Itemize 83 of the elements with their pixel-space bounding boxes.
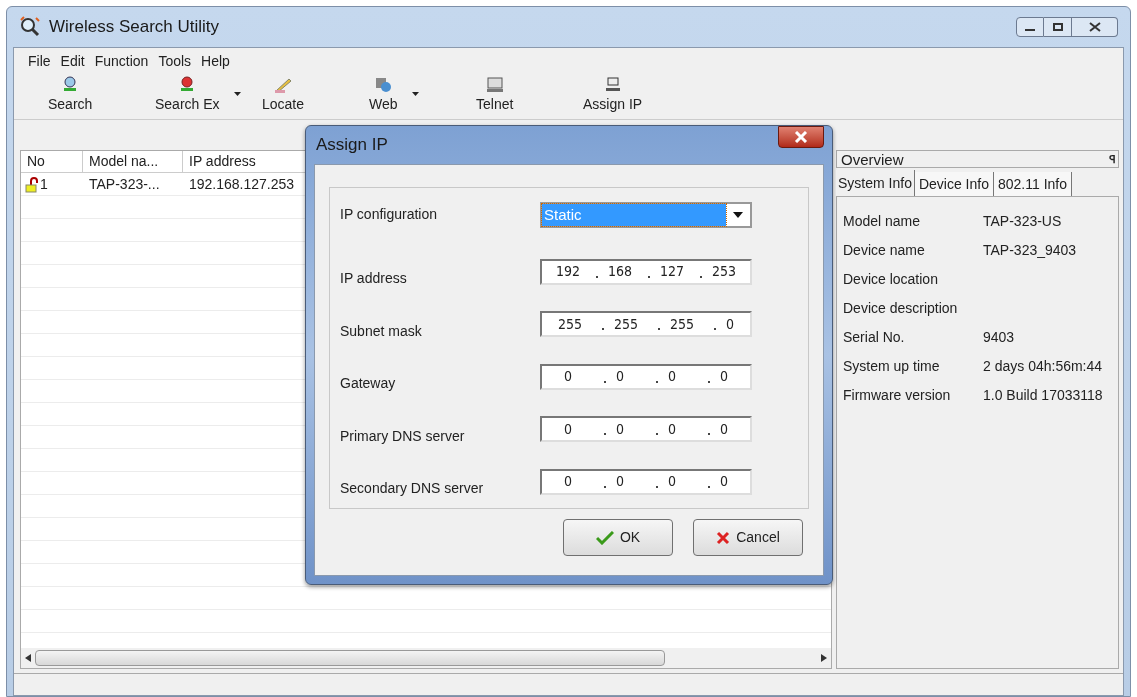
field-label: Primary DNS server xyxy=(340,426,466,446)
table-cell-text: TAP-323-... xyxy=(88,175,161,194)
horizontal-scrollbar[interactable] xyxy=(21,648,831,668)
monitor-icon xyxy=(484,76,505,94)
table-cell-text: 192.168.127.253 xyxy=(188,175,296,194)
ip-address-field[interactable]: 255 255 255 0 xyxy=(540,311,752,338)
tab[interactable]: 802.11 Info xyxy=(993,172,1072,196)
dot-separator xyxy=(708,433,710,436)
column-header[interactable]: IP address xyxy=(189,151,256,172)
tab[interactable]: System Info xyxy=(836,170,915,196)
dot-separator xyxy=(604,433,606,436)
maximize-button[interactable] xyxy=(1044,17,1072,37)
minimize-button[interactable] xyxy=(1016,17,1044,37)
globe-computer-icon xyxy=(373,76,394,94)
dot-separator xyxy=(604,485,606,488)
info-value: TAP-323-US xyxy=(983,212,1062,231)
toolbar-button[interactable]: Telnet xyxy=(472,76,518,119)
info-label: Device name xyxy=(842,241,926,260)
scroll-right-icon[interactable] xyxy=(821,654,827,662)
toolbar-button[interactable]: Search Ex xyxy=(151,76,224,119)
dot-separator xyxy=(595,275,598,278)
window-title: Wireless Search Utility xyxy=(49,16,220,39)
pen-icon xyxy=(273,76,293,94)
field-label: Secondary DNS server xyxy=(340,479,485,499)
close-icon xyxy=(1088,22,1101,32)
dot-separator xyxy=(656,433,658,436)
ip-address-field[interactable]: 0 0 0 0 xyxy=(540,416,752,443)
close-icon xyxy=(794,131,808,143)
ip-address-field[interactable]: 0 0 0 0 xyxy=(540,468,752,495)
column-header[interactable]: Model na... xyxy=(89,151,159,172)
ok-button[interactable]: OK xyxy=(563,519,673,556)
info-label: Device location xyxy=(842,270,939,289)
field-label: IP address xyxy=(340,269,408,289)
caret-icon[interactable] xyxy=(411,92,419,96)
ip-address-field[interactable]: 0 0 0 0 xyxy=(540,363,752,390)
info-value: 2 days 04h:56m:44 xyxy=(983,357,1103,376)
toolbar-button[interactable]: Search xyxy=(44,76,97,119)
toolbar-button[interactable]: Assign IP xyxy=(579,76,647,119)
table-cell-text: 1 xyxy=(40,175,48,194)
dot-separator xyxy=(656,380,658,383)
dot-separator xyxy=(708,485,710,488)
dialog-title: Assign IP xyxy=(315,134,388,157)
field-label: Subnet mask xyxy=(340,321,423,341)
table-row[interactable]: 1 TAP-323-... 192.168.127.253 xyxy=(21,173,831,196)
caret-icon[interactable] xyxy=(233,92,241,96)
info-label: Serial No. xyxy=(842,328,906,347)
close-button[interactable] xyxy=(1072,17,1118,37)
info-value: 9403 xyxy=(983,328,1015,347)
field-label: Gateway xyxy=(340,374,397,394)
menu-item[interactable]: File xyxy=(28,50,51,72)
cancel-button[interactable]: Cancel xyxy=(693,519,803,556)
menu-item[interactable]: Help xyxy=(201,50,230,72)
dot-separator xyxy=(708,380,710,383)
caret-icon xyxy=(733,212,743,218)
dot-separator xyxy=(601,328,604,331)
toolbar-button[interactable]: Web xyxy=(365,76,402,119)
pin-button[interactable]: ꟼ xyxy=(1109,150,1116,168)
menu-item[interactable]: Tools xyxy=(158,50,192,72)
dot-separator xyxy=(713,328,716,331)
dot-separator xyxy=(699,275,702,278)
magnifier-icon xyxy=(19,16,41,38)
dot-separator xyxy=(647,275,650,278)
info-value: 1.0 Build 17033118 xyxy=(983,386,1103,405)
ip-address-field[interactable]: 192 168 127 253 xyxy=(540,258,752,285)
tab[interactable]: Device Info xyxy=(914,172,994,196)
field-label: IP configuration xyxy=(340,205,439,224)
info-label: Device description xyxy=(842,299,959,318)
column-header[interactable]: No xyxy=(27,151,45,172)
dot-separator xyxy=(657,328,660,331)
menu-item[interactable]: Function xyxy=(94,50,149,72)
dot-separator xyxy=(656,485,658,488)
scroll-left-icon[interactable] xyxy=(25,654,31,662)
info-label: Firmware version xyxy=(842,386,952,405)
info-label: System up time xyxy=(842,357,941,376)
close-button[interactable] xyxy=(778,126,824,148)
toolbar-button[interactable]: Locate xyxy=(258,76,309,119)
panel-title: Overview xyxy=(840,151,904,167)
cross-icon xyxy=(716,530,731,545)
info-label: Model name xyxy=(842,212,922,231)
info-value: TAP-323_9403 xyxy=(983,241,1077,260)
menu-item[interactable]: Edit xyxy=(60,50,85,72)
dot-separator xyxy=(604,380,606,383)
checkmark-icon xyxy=(595,530,614,545)
